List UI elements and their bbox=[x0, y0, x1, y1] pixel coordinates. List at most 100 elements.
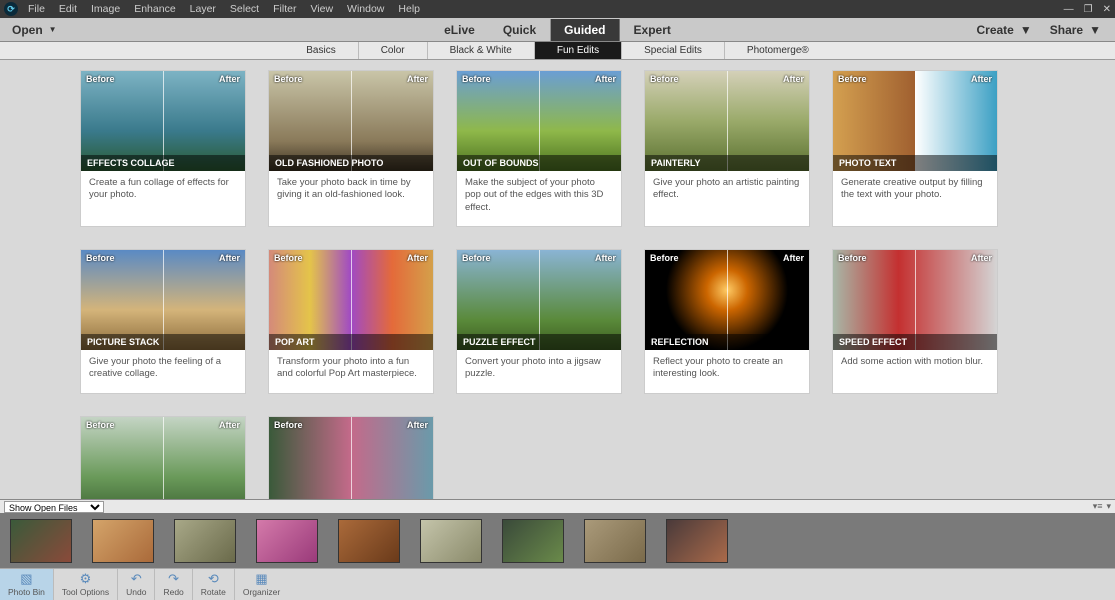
card-grid: Before After EFFECTS COLLAGE Create a fu… bbox=[0, 70, 1115, 499]
rotate-button[interactable]: ⟲ Rotate bbox=[193, 569, 235, 600]
menu-filter[interactable]: Filter bbox=[273, 3, 296, 15]
subtab-fun-edits[interactable]: Fun Edits bbox=[535, 42, 622, 59]
bin-thumb[interactable] bbox=[420, 519, 482, 563]
undo-label: Undo bbox=[126, 587, 146, 597]
before-label: Before bbox=[462, 253, 491, 263]
rotate-label: Rotate bbox=[201, 587, 226, 597]
card-thumbnail: Before After PICTURE STACK bbox=[81, 250, 245, 350]
tab-guided[interactable]: Guided bbox=[550, 19, 619, 41]
subtab-photomerge[interactable]: Photomerge® bbox=[725, 42, 831, 59]
bin-collapse-icon[interactable]: ▾ bbox=[1106, 501, 1111, 512]
bin-thumb[interactable] bbox=[584, 519, 646, 563]
effect-card[interactable]: Before After bbox=[80, 416, 246, 499]
photo-bin-icon: ▧ bbox=[18, 572, 34, 586]
after-label: After bbox=[219, 420, 240, 430]
card-thumbnail: Before After EFFECTS COLLAGE bbox=[81, 71, 245, 171]
bin-thumb[interactable] bbox=[10, 519, 72, 563]
redo-button[interactable]: ↷ Redo bbox=[155, 569, 192, 600]
effect-card[interactable]: Before After REFLECTION Reflect your pho… bbox=[644, 249, 810, 394]
menu-window[interactable]: Window bbox=[347, 3, 384, 15]
tool-options-label: Tool Options bbox=[62, 587, 109, 597]
subtab-color[interactable]: Color bbox=[359, 42, 428, 59]
open-button[interactable]: Open ▼ bbox=[0, 23, 69, 37]
card-description: Reflect your photo to create an interest… bbox=[645, 350, 809, 393]
card-thumbnail: Before After POP ART bbox=[269, 250, 433, 350]
before-after-divider bbox=[163, 417, 164, 499]
card-thumbnail: Before After SPEED EFFECT bbox=[833, 250, 997, 350]
card-title: PICTURE STACK bbox=[81, 334, 245, 350]
tab-elive[interactable]: eLive bbox=[430, 19, 489, 41]
effect-card[interactable]: Before After PICTURE STACK Give your pho… bbox=[80, 249, 246, 394]
redo-label: Redo bbox=[163, 587, 183, 597]
menu-image[interactable]: Image bbox=[91, 3, 120, 15]
tab-expert[interactable]: Expert bbox=[620, 19, 685, 41]
window-controls: — ❐ ✕ bbox=[1064, 4, 1111, 15]
mode-bar: Open ▼ eLive Quick Guided Expert Create▼… bbox=[0, 18, 1115, 42]
after-label: After bbox=[219, 74, 240, 84]
maximize-icon[interactable]: ❐ bbox=[1084, 4, 1093, 15]
effect-card[interactable]: Before After OLD FASHIONED PHOTO Take yo… bbox=[268, 70, 434, 227]
card-thumbnail: Before After PUZZLE EFFECT bbox=[457, 250, 621, 350]
effect-card[interactable]: Before After POP ART Transform your phot… bbox=[268, 249, 434, 394]
after-label: After bbox=[407, 74, 428, 84]
before-label: Before bbox=[274, 420, 303, 430]
after-label: After bbox=[783, 253, 804, 263]
bin-thumb[interactable] bbox=[666, 519, 728, 563]
bin-thumb[interactable] bbox=[92, 519, 154, 563]
tab-quick[interactable]: Quick bbox=[489, 19, 550, 41]
card-title: EFFECTS COLLAGE bbox=[81, 155, 245, 171]
effect-card[interactable]: Before After EFFECTS COLLAGE Create a fu… bbox=[80, 70, 246, 227]
card-description: Give your photo an artistic painting eff… bbox=[645, 171, 809, 214]
create-button[interactable]: Create▼ bbox=[977, 23, 1032, 37]
menu-file[interactable]: File bbox=[28, 3, 45, 15]
effect-card[interactable]: Before After OUT OF BOUNDS Make the subj… bbox=[456, 70, 622, 227]
effect-card[interactable]: Before After PUZZLE EFFECT Convert your … bbox=[456, 249, 622, 394]
effect-card[interactable]: Before After PAINTERLY Give your photo a… bbox=[644, 70, 810, 227]
card-description: Transform your photo into a fun and colo… bbox=[269, 350, 433, 393]
sub-tabs: Basics Color Black & White Fun Edits Spe… bbox=[0, 42, 1115, 60]
menu-edit[interactable]: Edit bbox=[59, 3, 77, 15]
tool-options-button[interactable]: ⚙ Tool Options bbox=[54, 569, 118, 600]
caret-down-icon: ▼ bbox=[1020, 23, 1032, 37]
subtab-bw[interactable]: Black & White bbox=[428, 42, 535, 59]
card-title: OUT OF BOUNDS bbox=[457, 155, 621, 171]
bin-thumb[interactable] bbox=[256, 519, 318, 563]
card-description: Give your photo the feeling of a creativ… bbox=[81, 350, 245, 393]
organizer-button[interactable]: ▦ Organizer bbox=[235, 569, 288, 600]
tool-options-icon: ⚙ bbox=[78, 572, 94, 586]
before-label: Before bbox=[650, 253, 679, 263]
title-bar: ⟳ File Edit Image Enhance Layer Select F… bbox=[0, 0, 1115, 18]
close-icon[interactable]: ✕ bbox=[1103, 4, 1111, 15]
rotate-icon: ⟲ bbox=[205, 572, 221, 586]
bin-thumb[interactable] bbox=[502, 519, 564, 563]
bin-select[interactable]: Show Open Files bbox=[4, 501, 104, 513]
effect-card[interactable]: Before After bbox=[268, 416, 434, 499]
bin-header-right: ▾≡ ▾ bbox=[1093, 501, 1111, 512]
card-description: Add some action with motion blur. bbox=[833, 350, 997, 382]
card-title: OLD FASHIONED PHOTO bbox=[269, 155, 433, 171]
bin-thumb[interactable] bbox=[174, 519, 236, 563]
effect-card[interactable]: Before After PHOTO TEXT Generate creativ… bbox=[832, 70, 998, 227]
before-label: Before bbox=[650, 74, 679, 84]
right-actions: Create▼ Share▼ bbox=[977, 23, 1115, 37]
menu-select[interactable]: Select bbox=[230, 3, 259, 15]
menu-view[interactable]: View bbox=[310, 3, 333, 15]
menu-layer[interactable]: Layer bbox=[190, 3, 216, 15]
effect-card[interactable]: Before After SPEED EFFECT Add some actio… bbox=[832, 249, 998, 394]
subtab-basics[interactable]: Basics bbox=[284, 42, 358, 59]
before-label: Before bbox=[838, 253, 867, 263]
subtab-special[interactable]: Special Edits bbox=[622, 42, 725, 59]
share-button[interactable]: Share▼ bbox=[1050, 23, 1101, 37]
bin-thumb[interactable] bbox=[338, 519, 400, 563]
photo-bin-button[interactable]: ▧ Photo Bin bbox=[0, 569, 54, 600]
undo-button[interactable]: ↶ Undo bbox=[118, 569, 155, 600]
minimize-icon[interactable]: — bbox=[1064, 4, 1074, 15]
card-thumbnail: Before After PHOTO TEXT bbox=[833, 71, 997, 171]
card-thumbnail: Before After bbox=[81, 417, 245, 499]
bin-menu-icon[interactable]: ▾≡ bbox=[1093, 501, 1103, 512]
card-title: PAINTERLY bbox=[645, 155, 809, 171]
menu-help[interactable]: Help bbox=[398, 3, 420, 15]
card-description: Generate creative output by filling the … bbox=[833, 171, 997, 214]
before-after-divider bbox=[351, 417, 352, 499]
menu-enhance[interactable]: Enhance bbox=[134, 3, 175, 15]
